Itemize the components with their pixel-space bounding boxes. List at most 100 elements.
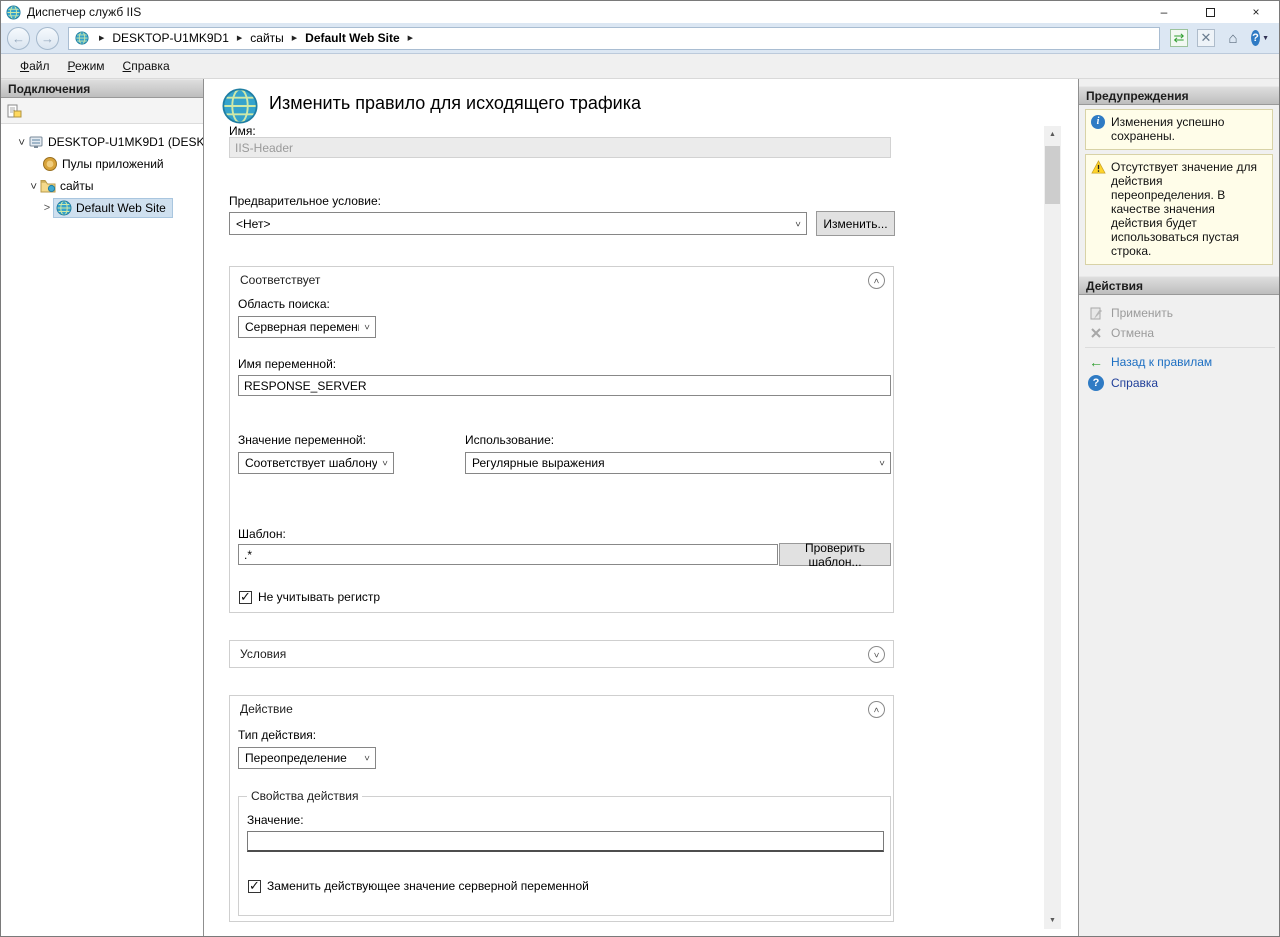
variable-value-label: Значение переменной: <box>238 433 366 447</box>
breadcrumb-item-sites[interactable]: сайты <box>250 31 284 45</box>
variable-value-select[interactable]: Соответствует шаблону > <box>238 452 394 474</box>
tree-node-default-web-site[interactable]: > Default Web Site <box>1 197 203 219</box>
selected-tree-item[interactable]: Default Web Site <box>53 198 173 218</box>
replace-existing-label: Заменить действующее значение серверной … <box>267 879 589 893</box>
chevron-down-icon: > <box>877 455 887 471</box>
minimize-button[interactable]: – <box>1141 1 1187 23</box>
chevron-down-icon: > <box>380 455 390 471</box>
sites-folder-icon <box>40 178 56 194</box>
back-to-rules-action[interactable]: ← Назад к правилам <box>1079 352 1280 372</box>
page-globe-icon <box>221 87 259 125</box>
actions-list: Применить Отмена ← Назад к правилам ? Сп… <box>1079 295 1280 394</box>
help-action[interactable]: ? Справка <box>1079 372 1280 394</box>
cancel-action: Отмена <box>1079 323 1280 343</box>
action-type-select[interactable]: Переопределение > <box>238 747 376 769</box>
help-label: Справка <box>1111 376 1158 390</box>
iis-app-icon <box>6 5 21 20</box>
back-button[interactable]: ← <box>7 27 30 50</box>
breadcrumb-item-default-web-site[interactable]: Default Web Site <box>305 31 399 45</box>
help-icon: ? <box>1088 375 1104 391</box>
scope-value: Серверная переменн <box>245 320 359 334</box>
close-button[interactable]: × <box>1233 1 1279 23</box>
breadcrumb-item-server[interactable]: DESKTOP-U1MK9D1 <box>112 31 228 45</box>
value-label: Значение: <box>247 813 304 827</box>
actions-header: Действия <box>1079 276 1280 295</box>
tree-node-app-pools[interactable]: Пулы приложений <box>1 153 203 175</box>
warning-icon <box>1091 160 1106 178</box>
variable-name-input[interactable] <box>238 375 891 396</box>
restore-button[interactable] <box>1187 1 1233 23</box>
site-globe-icon <box>75 31 89 45</box>
connections-toolbar <box>1 98 203 124</box>
scope-label: Область поиска: <box>238 297 330 311</box>
title-bar: Диспетчер служб IIS – × <box>1 1 1279 23</box>
collapse-match-button[interactable]: > <box>868 272 885 289</box>
tree-node-label: DESKTOP-U1MK9D1 (DESKTOI <box>48 135 203 149</box>
menu-file[interactable]: Файл <box>11 56 59 76</box>
forward-button[interactable]: → <box>36 27 59 50</box>
apply-icon <box>1088 307 1104 320</box>
apply-action: Применить <box>1079 303 1280 323</box>
home-icon[interactable]: ⌂ <box>1224 29 1242 47</box>
breadcrumb-arrow-icon: ▶ <box>99 34 104 42</box>
action-properties-group: Свойства действия Значение: Заменить дей… <box>238 796 891 916</box>
chevron-up-icon: > <box>871 707 881 712</box>
ignore-case-label: Не учитывать регистр <box>258 590 380 604</box>
caret-down-icon: ▼ <box>1262 35 1269 42</box>
info-alert: i Изменения успешно сохранены. <box>1085 109 1273 150</box>
app-pools-icon <box>42 156 58 172</box>
test-pattern-button[interactable]: Проверить шаблон... <box>779 543 891 566</box>
menu-view[interactable]: Режим <box>59 56 114 76</box>
refresh-icon[interactable]: ⇄ <box>1170 29 1188 47</box>
stop-icon[interactable]: ✕ <box>1197 29 1215 47</box>
replace-existing-checkbox[interactable] <box>248 880 261 893</box>
value-input[interactable] <box>247 831 884 852</box>
warning-alert: Отсутствует значение для действия переоп… <box>1085 154 1273 265</box>
tree-node-sites[interactable]: > сайты <box>1 175 203 197</box>
chevron-down-icon: > <box>793 216 803 232</box>
action-type-value: Переопределение <box>245 751 359 765</box>
expander-icon[interactable]: > <box>15 136 27 148</box>
action-section: Действие > Тип действия: Переопределение… <box>229 695 894 922</box>
tree-node-server[interactable]: > DESKTOP-U1MK9D1 (DESKTOI <box>1 131 203 153</box>
ignore-case-checkbox[interactable] <box>239 591 252 604</box>
main-content: Изменить правило для исходящего трафика … <box>204 79 1079 936</box>
breadcrumb-arrow-icon: ▶ <box>292 34 297 42</box>
chevron-down-icon: > <box>871 652 881 657</box>
help-circle-icon: ? <box>1251 30 1260 46</box>
scroll-down-icon[interactable]: ▼ <box>1044 912 1061 929</box>
scrollbar-thumb[interactable] <box>1045 146 1060 204</box>
connections-header: Подключения <box>1 79 203 98</box>
help-icon[interactable]: ?▼ <box>1251 29 1269 47</box>
expander-icon[interactable]: > <box>41 202 53 214</box>
apply-label: Применить <box>1111 306 1173 320</box>
connections-panel: Подключения > DESKTOP-U1MK9D1 (DESKTOI П… <box>1 79 204 936</box>
pattern-label: Шаблон: <box>238 527 286 541</box>
match-section: Соответствует > Область поиска: Серверна… <box>229 266 894 613</box>
precondition-value: <Нет> <box>236 217 790 231</box>
tree-node-label: Default Web Site <box>76 201 166 215</box>
chevron-up-icon: > <box>871 278 881 283</box>
collapse-action-button[interactable]: > <box>868 701 885 718</box>
menu-help[interactable]: Справка <box>114 56 179 76</box>
cancel-icon <box>1088 327 1104 339</box>
edit-precondition-button[interactable]: Изменить... <box>816 211 895 236</box>
scroll-up-icon[interactable]: ▲ <box>1044 126 1061 143</box>
chevron-down-icon: > <box>362 750 372 766</box>
usage-value: Регулярные выражения <box>472 456 874 470</box>
info-icon: i <box>1091 115 1105 129</box>
breadcrumb-arrow-icon: ▶ <box>408 34 413 42</box>
conditions-section: Условия > <box>229 640 894 668</box>
pattern-input[interactable] <box>238 544 778 565</box>
expand-conditions-button[interactable]: > <box>868 646 885 663</box>
scope-select[interactable]: Серверная переменн > <box>238 316 376 338</box>
vertical-scrollbar[interactable]: ▲ ▼ <box>1044 126 1061 929</box>
precondition-select[interactable]: <Нет> > <box>229 212 807 235</box>
expander-icon[interactable]: > <box>27 180 39 192</box>
usage-select[interactable]: Регулярные выражения > <box>465 452 891 474</box>
breadcrumb-arrow-icon: ▶ <box>237 34 242 42</box>
chevron-down-icon: > <box>362 319 372 335</box>
back-arrow-icon: ← <box>1088 357 1104 367</box>
create-connection-icon[interactable] <box>6 103 22 119</box>
info-alert-text: Изменения успешно сохранены. <box>1111 115 1224 143</box>
